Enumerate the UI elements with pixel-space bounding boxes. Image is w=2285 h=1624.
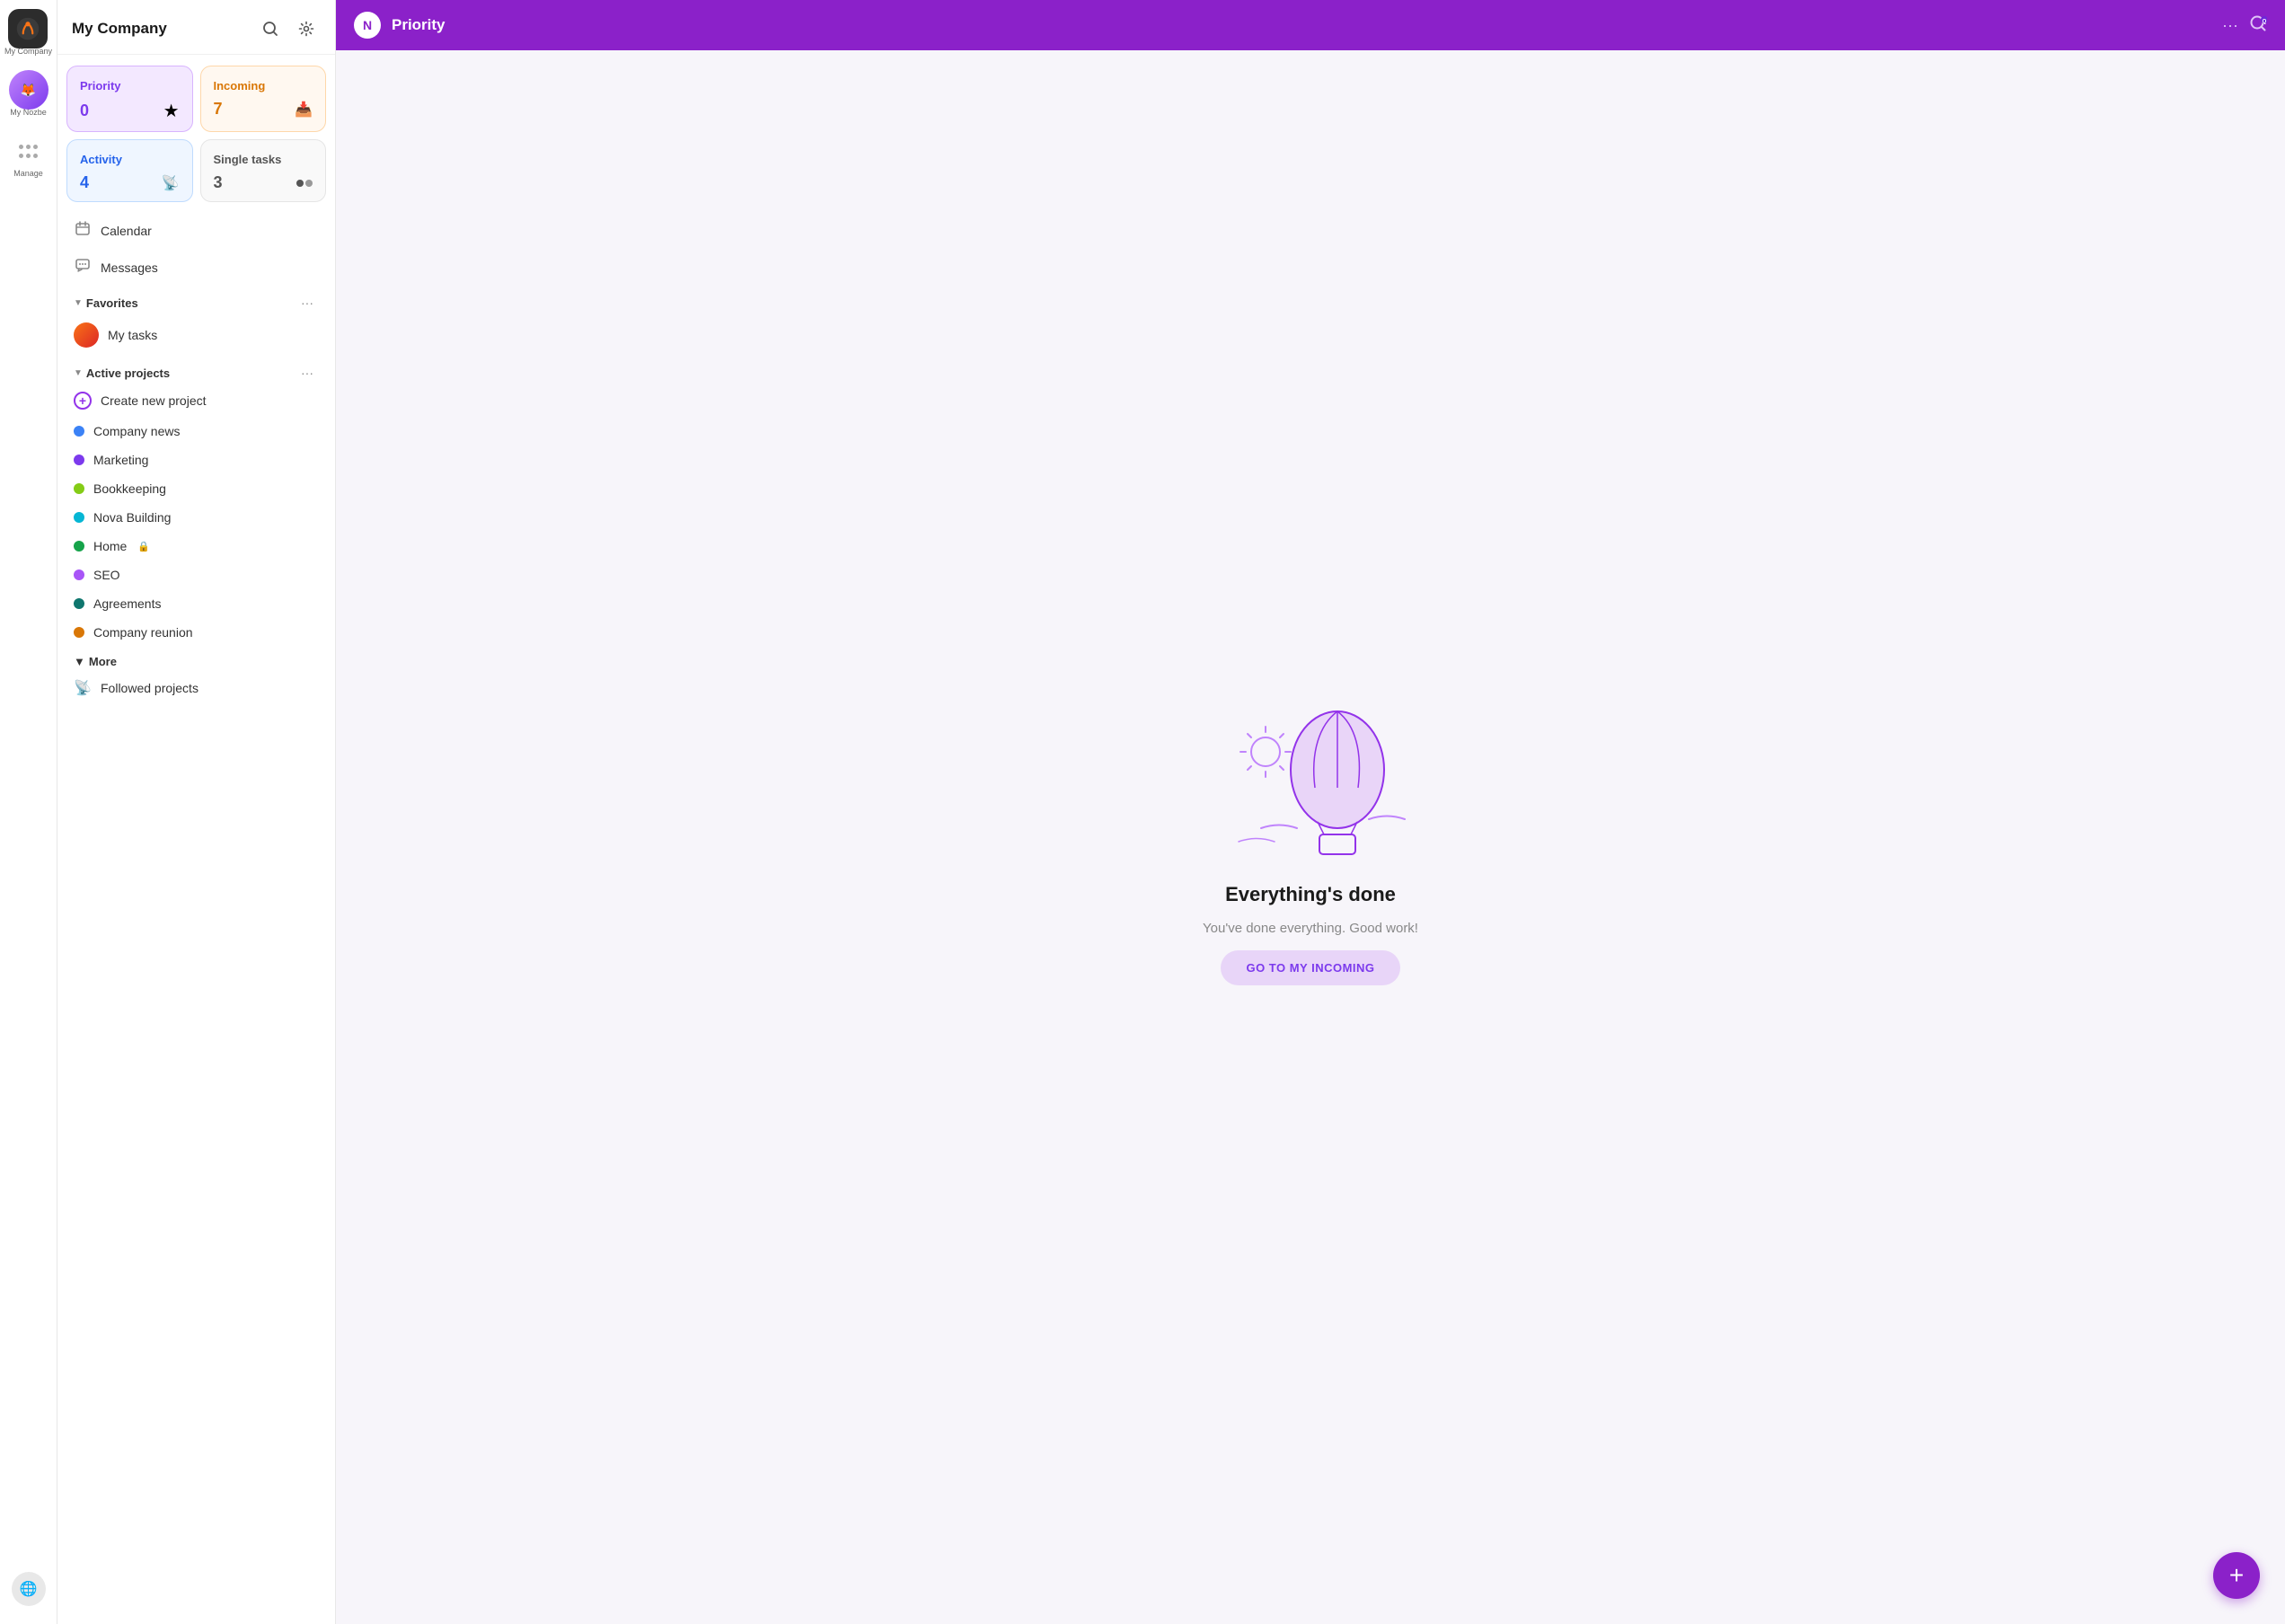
incoming-tile-label: Incoming	[214, 79, 313, 93]
priority-tile-label: Priority	[80, 79, 180, 93]
project-name-label: SEO	[93, 568, 120, 582]
sidebar-title: My Company	[72, 20, 167, 38]
project-color-dot	[74, 483, 84, 494]
project-color-dot	[74, 426, 84, 437]
single-tasks-tile[interactable]: Single tasks 3	[200, 139, 327, 202]
user-label: My Nozbe	[10, 108, 47, 117]
project-name-label: Company reunion	[93, 625, 193, 640]
project-color-dot	[74, 541, 84, 552]
project-item[interactable]: Home 🔒	[66, 533, 326, 560]
project-color-dot	[74, 569, 84, 580]
single-tasks-tile-count: 3	[214, 173, 223, 192]
empty-state: Everything's done You've done everything…	[336, 50, 2285, 1624]
messages-nav-item[interactable]: Messages	[66, 250, 326, 285]
sidebar-header-icons	[256, 14, 321, 43]
create-project-icon: +	[74, 392, 92, 410]
user-avatar[interactable]: 🦊	[9, 70, 49, 110]
calendar-label: Calendar	[101, 224, 152, 238]
app-label: My Company	[4, 47, 52, 56]
top-bar-logo: N	[354, 12, 381, 39]
incoming-tile[interactable]: Incoming 7 📥	[200, 66, 327, 132]
top-bar-more-button[interactable]: ···	[2222, 16, 2238, 35]
priority-tile-count: 0	[80, 102, 89, 120]
followed-projects-icon: 📡	[74, 679, 92, 697]
favorites-more-button[interactable]: ···	[296, 294, 319, 312]
projects-list: Company news Marketing Bookkeeping Nova Bui…	[66, 418, 326, 646]
project-item[interactable]: Company news	[66, 418, 326, 445]
empty-state-subtitle: You've done everything. Good work!	[1203, 921, 1418, 936]
activity-tile-label: Activity	[80, 153, 180, 166]
single-tasks-tile-label: Single tasks	[214, 153, 313, 166]
create-project-item[interactable]: + Create new project	[66, 385, 326, 416]
project-name-label: Nova Building	[93, 510, 171, 525]
activity-tile-icon: 📡	[162, 174, 180, 192]
activity-tile[interactable]: Activity 4 📡	[66, 139, 193, 202]
messages-label: Messages	[101, 260, 158, 275]
app-icon[interactable]	[8, 9, 48, 49]
project-item[interactable]: Company reunion	[66, 619, 326, 646]
project-item[interactable]: Bookkeeping	[66, 475, 326, 502]
followed-projects-nav-item[interactable]: 📡 Followed projects	[66, 672, 326, 704]
favorites-label: Favorites	[86, 296, 138, 310]
project-color-dot	[74, 598, 84, 609]
sidebar-header: My Company	[57, 0, 335, 55]
quick-tiles: Priority 0 ★ Incoming 7 📥 Activity 4 📡	[66, 66, 326, 202]
top-bar: N Priority ··· Q	[336, 0, 2285, 50]
active-projects-more-button[interactable]: ···	[296, 364, 319, 382]
icon-column: My Company 🦊 My Nozbe Manage 🌐	[0, 0, 57, 1624]
more-chevron-icon: ▼	[74, 655, 85, 668]
my-tasks-nav-item[interactable]: My tasks	[66, 315, 326, 355]
settings-button[interactable]	[292, 14, 321, 43]
followed-projects-label: Followed projects	[101, 681, 199, 695]
top-bar-search-icon[interactable]: Q	[2249, 14, 2267, 37]
calendar-icon	[74, 220, 92, 241]
active-projects-chevron-icon: ▼	[74, 368, 83, 378]
search-button[interactable]	[256, 14, 285, 43]
lock-icon: 🔒	[137, 541, 150, 552]
create-project-label: Create new project	[101, 393, 207, 408]
active-projects-section-header: ▼ Active projects ···	[66, 357, 326, 385]
project-name-label: Home	[93, 539, 127, 553]
incoming-tile-count: 7	[214, 100, 223, 119]
project-color-dot	[74, 512, 84, 523]
project-color-dot	[74, 627, 84, 638]
goto-incoming-button[interactable]: GO TO MY INCOMING	[1221, 950, 1399, 985]
calendar-nav-item[interactable]: Calendar	[66, 213, 326, 248]
main-content: N Priority ··· Q	[336, 0, 2285, 1624]
favorites-section-header: ▼ Favorites ···	[66, 287, 326, 315]
more-label: More	[89, 655, 117, 668]
activity-tile-count: 4	[80, 173, 89, 192]
favorites-chevron-icon: ▼	[74, 298, 83, 308]
more-section-header: ▼ More	[66, 648, 326, 672]
active-projects-label: Active projects	[86, 366, 170, 380]
messages-icon	[74, 257, 92, 278]
project-name-label: Bookkeeping	[93, 481, 166, 496]
sidebar: My Company Priority 0	[57, 0, 336, 1624]
project-name-label: Company news	[93, 424, 181, 438]
priority-tile-icon: ★	[163, 100, 180, 122]
top-bar-title: Priority	[392, 16, 2211, 34]
project-name-label: Marketing	[93, 453, 148, 467]
project-item[interactable]: SEO	[66, 561, 326, 588]
project-color-dot	[74, 455, 84, 465]
manage-icon[interactable]	[9, 131, 49, 171]
my-tasks-label: My tasks	[108, 328, 157, 342]
my-tasks-avatar	[74, 322, 99, 348]
empty-state-title: Everything's done	[1225, 883, 1396, 906]
manage-label: Manage	[13, 169, 43, 178]
balloon-illustration	[1212, 689, 1409, 869]
fab-add-button[interactable]: +	[2213, 1552, 2260, 1599]
incoming-tile-icon: 📥	[295, 101, 313, 119]
project-item[interactable]: Nova Building	[66, 504, 326, 531]
sidebar-content: Priority 0 ★ Incoming 7 📥 Activity 4 📡	[57, 55, 335, 1624]
svg-text:Q: Q	[2263, 19, 2267, 24]
settings-bottom-icon[interactable]: 🌐	[12, 1572, 46, 1606]
project-name-label: Agreements	[93, 596, 161, 611]
project-item[interactable]: Marketing	[66, 446, 326, 473]
single-tasks-tile-icon	[296, 180, 313, 187]
project-item[interactable]: Agreements	[66, 590, 326, 617]
top-bar-right: Q	[2249, 14, 2267, 37]
priority-tile[interactable]: Priority 0 ★	[66, 66, 193, 132]
